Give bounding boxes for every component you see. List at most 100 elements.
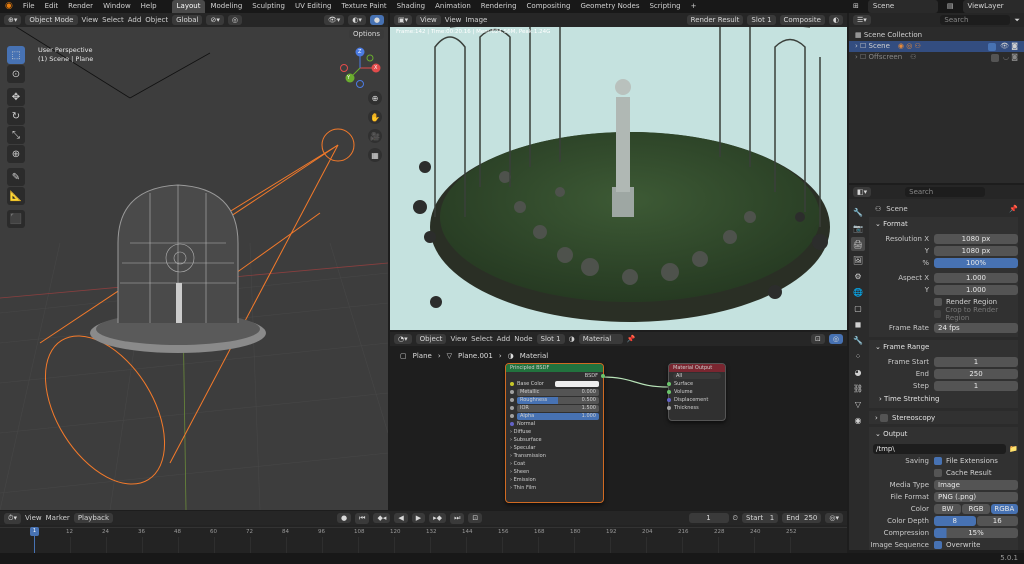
- resolution-percentage-slider[interactable]: 100%: [934, 257, 1018, 268]
- cache-result-checkbox[interactable]: [934, 468, 942, 477]
- visibility-icon[interactable]: 👁▾: [323, 15, 345, 25]
- stereoscopy-checkbox[interactable]: [880, 413, 889, 422]
- outliner-item-offscreen[interactable]: › ☐ Offscreen ⚇ ◡ ◙: [855, 52, 1018, 63]
- shading-solid-icon[interactable]: ●: [369, 15, 384, 25]
- add-cube-icon[interactable]: ⬛: [7, 210, 25, 228]
- camera-off-icon[interactable]: ◙: [1011, 52, 1018, 63]
- timeline-ruler[interactable]: 1 12 24 36 48 60 72 84 96 108 120 132 144 156 168 180 19…: [0, 527, 847, 553]
- media-type-selector[interactable]: Image: [934, 479, 1018, 490]
- render-tab-icon[interactable]: 📷: [851, 221, 865, 235]
- scene-selector[interactable]: Scene: [867, 0, 938, 13]
- image-editor[interactable]: ▣▾ View View Image Render Result Slot 1 …: [390, 13, 847, 330]
- output-target-selector[interactable]: All: [673, 373, 721, 379]
- camera-view-icon[interactable]: 🎥: [368, 129, 382, 143]
- playback-menu[interactable]: Playback: [73, 513, 114, 523]
- resolution-y-field[interactable]: 1080 px: [934, 245, 1018, 256]
- tab-compositing[interactable]: Compositing: [522, 0, 576, 13]
- slot-selector[interactable]: Slot 1: [747, 15, 776, 25]
- displacement-input[interactable]: Displacement: [667, 396, 725, 404]
- image-view-mode[interactable]: View: [416, 15, 441, 25]
- color-bw-option[interactable]: BW: [934, 503, 962, 514]
- alpha-row[interactable]: Alpha 1.000: [506, 412, 603, 420]
- prev-key-icon[interactable]: ◆◂: [373, 513, 391, 523]
- end-frame-field[interactable]: End 250: [782, 513, 822, 523]
- frame-step-field[interactable]: 1: [934, 380, 1018, 391]
- data-tab-icon[interactable]: ▽: [851, 397, 865, 411]
- frame-rate-selector[interactable]: 24 fps: [934, 322, 1018, 333]
- jump-end-icon[interactable]: ⏭: [450, 512, 465, 524]
- color-rgba-option[interactable]: RGBA: [990, 503, 1018, 514]
- current-frame-field[interactable]: 1: [688, 513, 729, 523]
- editor-type-icon[interactable]: ⊕▾: [4, 15, 22, 25]
- rotate-icon[interactable]: ↻: [7, 107, 25, 125]
- blender-logo-icon[interactable]: ◉: [0, 0, 18, 13]
- measure-icon[interactable]: 📐: [7, 187, 25, 205]
- outliner-type-icon[interactable]: ☰▾: [853, 15, 871, 25]
- base-color-swatch[interactable]: [555, 381, 599, 387]
- time-stretching-subpanel[interactable]: › Time Stretching: [869, 392, 1018, 405]
- panel-diffuse[interactable]: › Diffuse: [506, 428, 603, 436]
- outliner-item-scene[interactable]: › ☐ Scene ◉ ◎ ⚇ 👁 ◙: [849, 41, 1024, 52]
- pass-selector[interactable]: Composite: [779, 15, 825, 25]
- transform-icon[interactable]: ⊕: [7, 145, 25, 163]
- world-tab-icon[interactable]: 🌐: [851, 285, 865, 299]
- record-icon[interactable]: ●: [337, 513, 352, 523]
- depth-16-option[interactable]: 16: [976, 515, 1018, 526]
- playhead[interactable]: 1: [30, 527, 39, 536]
- collection-tab-icon[interactable]: ▢: [851, 301, 865, 315]
- zoom-icon[interactable]: ⊕: [368, 91, 382, 105]
- node-editor[interactable]: ◔▾ Object View Select Add Node Slot 1 ◑ …: [390, 332, 847, 510]
- properties-type-icon[interactable]: ◧▾: [853, 187, 872, 197]
- menu-edit[interactable]: Edit: [40, 0, 64, 13]
- panel-thin-film[interactable]: › Thin Film: [506, 484, 603, 492]
- snap-icon[interactable]: ⊘▾: [206, 15, 224, 25]
- output-panel-header[interactable]: ⌄ Output: [869, 427, 1018, 440]
- move-icon[interactable]: ✥: [7, 88, 25, 106]
- panel-subsurface[interactable]: › Subsurface: [506, 436, 603, 444]
- image-menu-image[interactable]: Image: [465, 16, 487, 24]
- depth-8-option[interactable]: 8: [934, 515, 976, 526]
- frame-range-panel-header[interactable]: ⌄ Frame Range: [869, 340, 1018, 353]
- bsdf-output-socket[interactable]: [601, 374, 605, 378]
- 3d-viewport[interactable]: ⊕▾ Object Mode View Select Add Object Gl…: [0, 13, 388, 510]
- display-channels-icon[interactable]: ◐: [828, 15, 843, 25]
- aspect-y-field[interactable]: 1.000: [934, 284, 1018, 295]
- properties-search[interactable]: Search: [905, 187, 986, 197]
- exclude-checkbox[interactable]: [988, 42, 997, 51]
- proportional-icon[interactable]: ◎: [227, 15, 242, 25]
- file-extensions-checkbox[interactable]: [934, 456, 942, 465]
- render-region-checkbox[interactable]: [934, 297, 942, 306]
- particles-tab-icon[interactable]: ⁘: [851, 349, 865, 363]
- viewport-menu-select[interactable]: Select: [102, 16, 124, 24]
- viewport-menu-object[interactable]: Object: [145, 16, 168, 24]
- metallic-row[interactable]: Metallic 0.000: [506, 388, 603, 396]
- tab-scripting[interactable]: Scripting: [644, 0, 685, 13]
- base-color-row[interactable]: Base Color: [506, 380, 603, 388]
- offscreen-checkbox[interactable]: [990, 53, 999, 62]
- thickness-input[interactable]: Thickness: [667, 404, 725, 412]
- view-layer-selector[interactable]: ViewLayer: [962, 0, 1024, 13]
- outliner-search[interactable]: Search: [940, 15, 1011, 25]
- annotate-icon[interactable]: ✎: [7, 168, 25, 186]
- panel-specular[interactable]: › Specular: [506, 444, 603, 452]
- viewport-menu-view[interactable]: View: [82, 16, 99, 24]
- view-layer-tab-icon[interactable]: 🖼: [851, 253, 865, 267]
- timeline-menu-view[interactable]: View: [25, 514, 42, 522]
- tab-animation[interactable]: Animation: [430, 0, 476, 13]
- tab-layout[interactable]: Layout: [171, 0, 206, 13]
- compression-slider[interactable]: 15%: [934, 527, 1018, 538]
- mode-selector[interactable]: Object Mode: [25, 15, 78, 25]
- constraints-tab-icon[interactable]: ⛓: [851, 381, 865, 395]
- tab-uv-editing[interactable]: UV Editing: [290, 0, 337, 13]
- image-menu-view[interactable]: View: [445, 16, 462, 24]
- pan-icon[interactable]: ✋: [368, 110, 382, 124]
- image-editor-type-icon[interactable]: ▣▾: [394, 15, 413, 25]
- cache-row[interactable]: Cache Result: [869, 467, 1018, 478]
- color-rgb-option[interactable]: RGB: [962, 503, 990, 514]
- scale-icon[interactable]: ⤡: [7, 126, 25, 144]
- next-key-icon[interactable]: ▸◆: [429, 513, 447, 523]
- surface-input[interactable]: Surface: [667, 380, 725, 388]
- tab-geometry-nodes[interactable]: Geometry Nodes: [575, 0, 644, 13]
- start-frame-field[interactable]: Start 1: [741, 513, 779, 523]
- scene-collection-row[interactable]: ▦ Scene Collection: [855, 30, 1018, 41]
